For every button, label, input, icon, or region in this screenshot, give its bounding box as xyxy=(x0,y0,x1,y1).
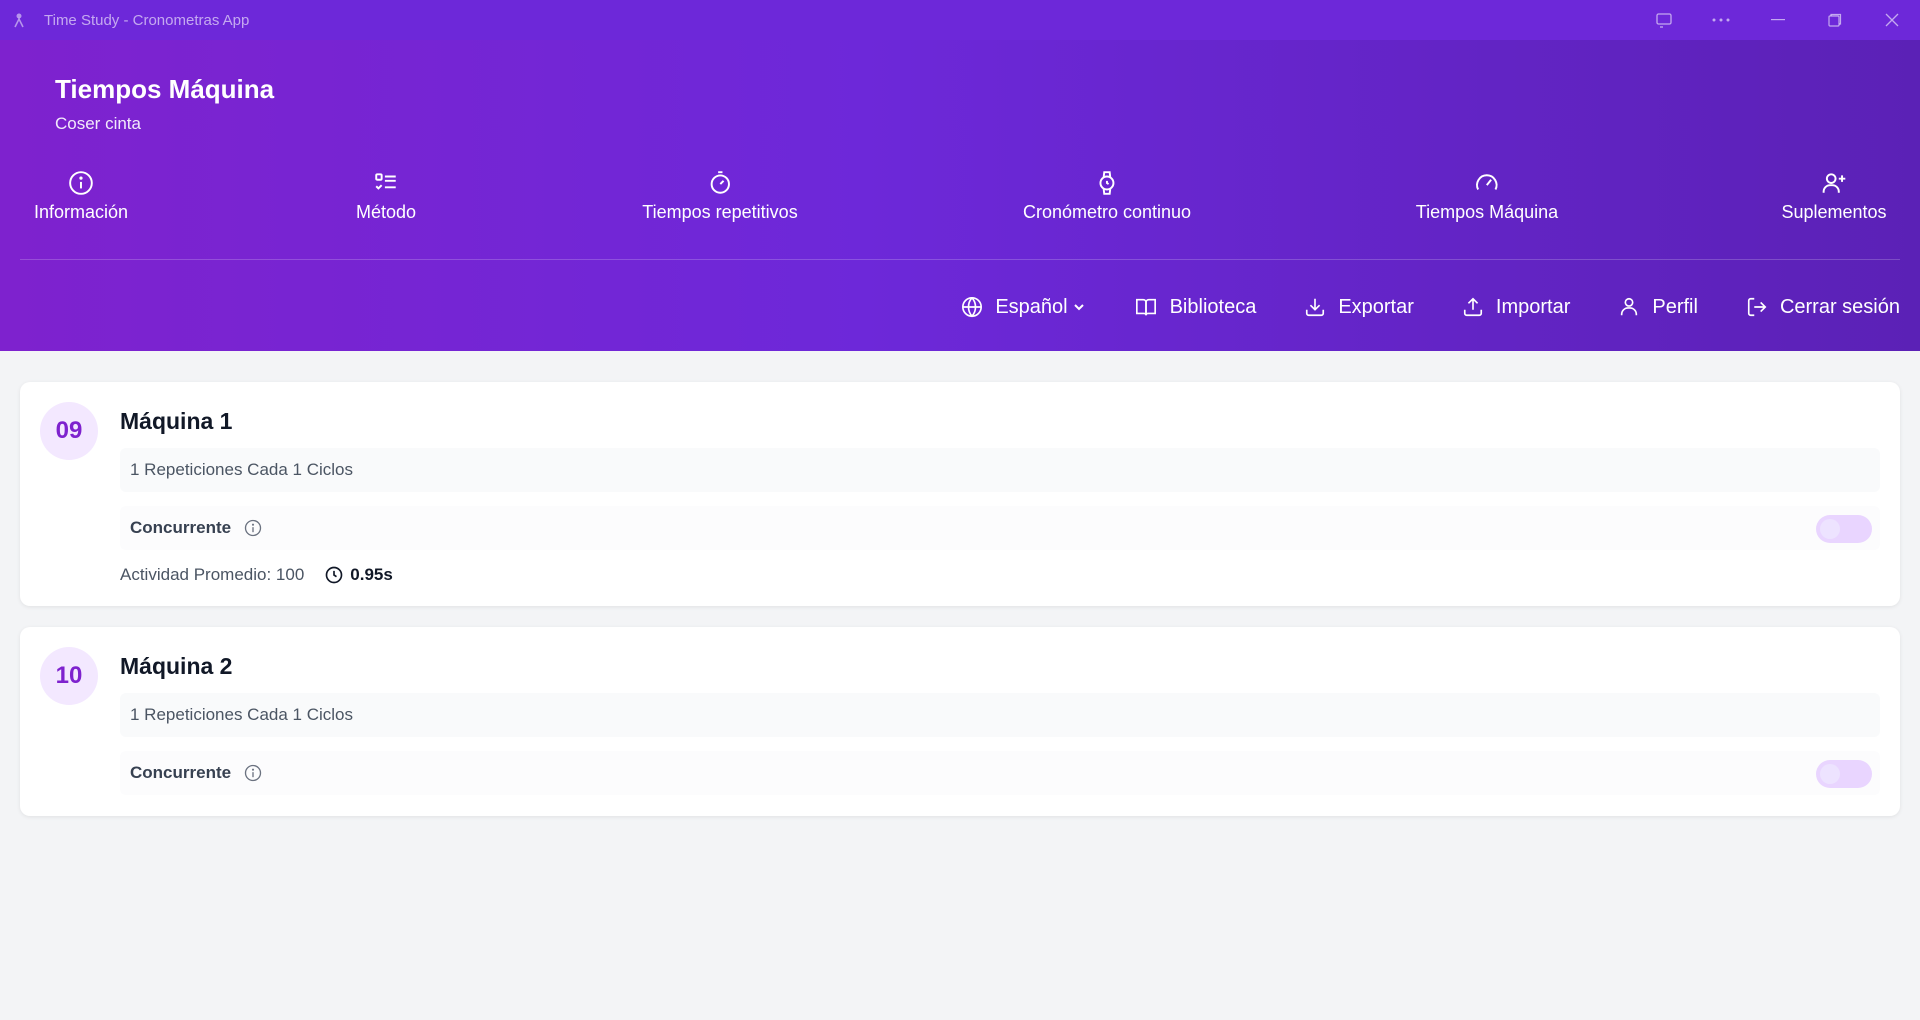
header-divider xyxy=(20,259,1900,260)
repetitions-field[interactable]: 1 Repeticiones Cada 1 Ciclos xyxy=(120,448,1880,492)
app-header: Tiempos Máquina Coser cinta Información … xyxy=(0,40,1920,351)
app-icon xyxy=(10,11,28,29)
window-titlebar: Time Study - Cronometras App xyxy=(0,0,1920,40)
cast-icon[interactable] xyxy=(1635,0,1692,40)
language-label: Español xyxy=(995,295,1068,318)
user-plus-icon xyxy=(1822,173,1845,193)
tab-label: Suplementos xyxy=(1781,202,1887,222)
activity-row: Actividad Promedio: 100 0.95s xyxy=(120,565,393,585)
page-subtitle: Coser cinta xyxy=(55,114,141,133)
info-icon[interactable] xyxy=(243,763,263,783)
info-icon[interactable] xyxy=(243,518,263,538)
tab-label: Tiempos repetitivos xyxy=(642,202,798,222)
language-select[interactable]: Español xyxy=(961,296,1085,319)
machine-card: 10 Máquina 2 1 Repeticiones Cada 1 Ciclo… xyxy=(20,627,1900,816)
concurrent-row: Concurrente xyxy=(120,506,1880,550)
library-button[interactable]: Biblioteca xyxy=(1134,295,1257,319)
upload-icon xyxy=(1463,297,1482,317)
minimize-icon[interactable] xyxy=(1749,0,1806,40)
tab-suplementos[interactable]: Suplementos xyxy=(1781,170,1887,223)
clock-icon xyxy=(325,566,343,584)
concurrent-toggle[interactable] xyxy=(1816,760,1872,788)
window-title: Time Study - Cronometras App xyxy=(44,11,250,29)
logout-label: Cerrar sesión xyxy=(1779,295,1900,318)
library-label: Biblioteca xyxy=(1169,295,1257,318)
machine-number-badge: 10 xyxy=(40,647,98,705)
repetitions-text: 1 Repeticiones Cada 1 Ciclos xyxy=(130,460,354,479)
stopwatch-icon xyxy=(710,171,730,194)
list-check-icon xyxy=(375,173,396,190)
machine-name: Máquina 2 xyxy=(120,653,233,679)
import-button[interactable]: Importar xyxy=(1462,296,1570,319)
average-activity: Actividad Promedio: 100 xyxy=(120,565,305,584)
download-icon xyxy=(1306,298,1325,317)
tab-label: Método xyxy=(355,202,417,222)
export-button[interactable]: Exportar xyxy=(1304,296,1414,319)
profile-button[interactable]: Perfil xyxy=(1618,296,1698,319)
book-icon xyxy=(1135,298,1156,316)
globe-icon xyxy=(962,297,983,318)
gauge-icon xyxy=(1476,174,1498,190)
logout-icon xyxy=(1747,297,1767,317)
concurrent-toggle[interactable] xyxy=(1816,515,1872,543)
restore-icon[interactable] xyxy=(1806,0,1863,40)
machine-name: Máquina 1 xyxy=(120,408,233,434)
page-title: Tiempos Máquina xyxy=(55,74,275,104)
concurrent-label: Concurrente xyxy=(130,763,232,782)
tab-label: Tiempos Máquina xyxy=(1415,202,1559,222)
machine-card: 09 Máquina 1 1 Repeticiones Cada 1 Ciclo… xyxy=(20,382,1900,606)
tab-cronometro-continuo[interactable]: Cronómetro continuo xyxy=(1023,170,1191,223)
tab-tiempos-repetitivos[interactable]: Tiempos repetitivos xyxy=(642,170,798,223)
tab-metodo[interactable]: Método xyxy=(356,170,416,223)
export-label: Exportar xyxy=(1338,295,1414,318)
machine-number-badge: 09 xyxy=(40,402,98,460)
concurrent-label: Concurrente xyxy=(130,518,232,537)
watch-icon xyxy=(1099,171,1115,195)
close-icon[interactable] xyxy=(1863,0,1920,40)
window-controls xyxy=(1635,0,1920,40)
tab-tiempos-maquina[interactable]: Tiempos Máquina xyxy=(1416,170,1558,223)
main-nav: Información Método Tiempos repetitivos C… xyxy=(0,170,1920,270)
import-label: Importar xyxy=(1495,295,1571,318)
time-text: 0.95s xyxy=(350,565,393,584)
more-icon[interactable] xyxy=(1692,0,1749,40)
profile-label: Perfil xyxy=(1652,295,1698,318)
logout-button[interactable]: Cerrar sesión xyxy=(1746,296,1900,319)
tab-label: Información xyxy=(33,202,129,222)
repetitions-text: 1 Repeticiones Cada 1 Ciclos xyxy=(130,705,354,724)
time-value: 0.95s xyxy=(324,565,393,585)
concurrent-row: Concurrente xyxy=(120,751,1880,795)
user-icon xyxy=(1621,297,1638,316)
repetitions-field[interactable]: 1 Repeticiones Cada 1 Ciclos xyxy=(120,693,1880,737)
tab-label: Cronómetro continuo xyxy=(1022,202,1192,222)
header-toolbar: Español Biblioteca Exportar Importar Per… xyxy=(913,292,1900,322)
chevron-down-icon xyxy=(1073,304,1084,311)
info-icon xyxy=(69,171,93,195)
tab-informacion[interactable]: Información xyxy=(34,170,128,223)
